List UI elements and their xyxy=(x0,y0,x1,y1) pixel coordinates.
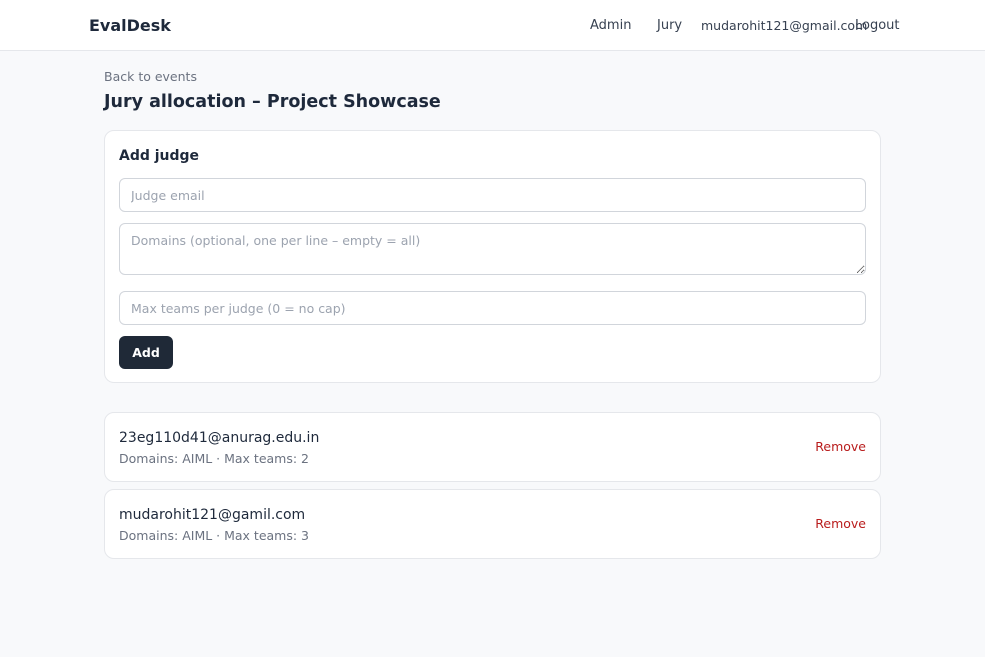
top-navbar: EvalDesk Admin Jury mudarohit121@gmail.c… xyxy=(0,0,985,51)
domains-textarea[interactable] xyxy=(119,223,866,275)
back-to-events-link[interactable]: Back to events xyxy=(104,69,197,84)
judge-email-input[interactable] xyxy=(119,178,866,212)
page-title: Jury allocation – Project Showcase xyxy=(104,92,441,112)
judge-list-item: mudarohit121@gamil.com Domains: AIML · M… xyxy=(104,489,881,559)
add-judge-card: Add judge Add xyxy=(104,130,881,383)
nav-admin-link[interactable]: Admin xyxy=(590,18,631,33)
judge-details: Domains: AIML · Max teams: 2 xyxy=(119,451,310,466)
judge-details: Domains: AIML · Max teams: 3 xyxy=(119,528,310,543)
remove-judge-button[interactable]: Remove xyxy=(815,516,866,531)
logout-link[interactable]: Logout xyxy=(855,18,900,33)
max-teams-input[interactable] xyxy=(119,291,866,325)
nav-jury-link[interactable]: Jury xyxy=(657,18,682,33)
judge-list-item: 23eg110d41@anurag.edu.in Domains: AIML ·… xyxy=(104,412,881,482)
brand-logo[interactable]: EvalDesk xyxy=(89,16,171,35)
add-judge-heading: Add judge xyxy=(119,148,200,164)
user-email: mudarohit121@gmail.com xyxy=(701,18,868,33)
add-judge-button[interactable]: Add xyxy=(119,336,173,369)
judge-email: 23eg110d41@anurag.edu.in xyxy=(119,430,320,446)
judge-email: mudarohit121@gamil.com xyxy=(119,507,306,523)
remove-judge-button[interactable]: Remove xyxy=(815,439,866,454)
